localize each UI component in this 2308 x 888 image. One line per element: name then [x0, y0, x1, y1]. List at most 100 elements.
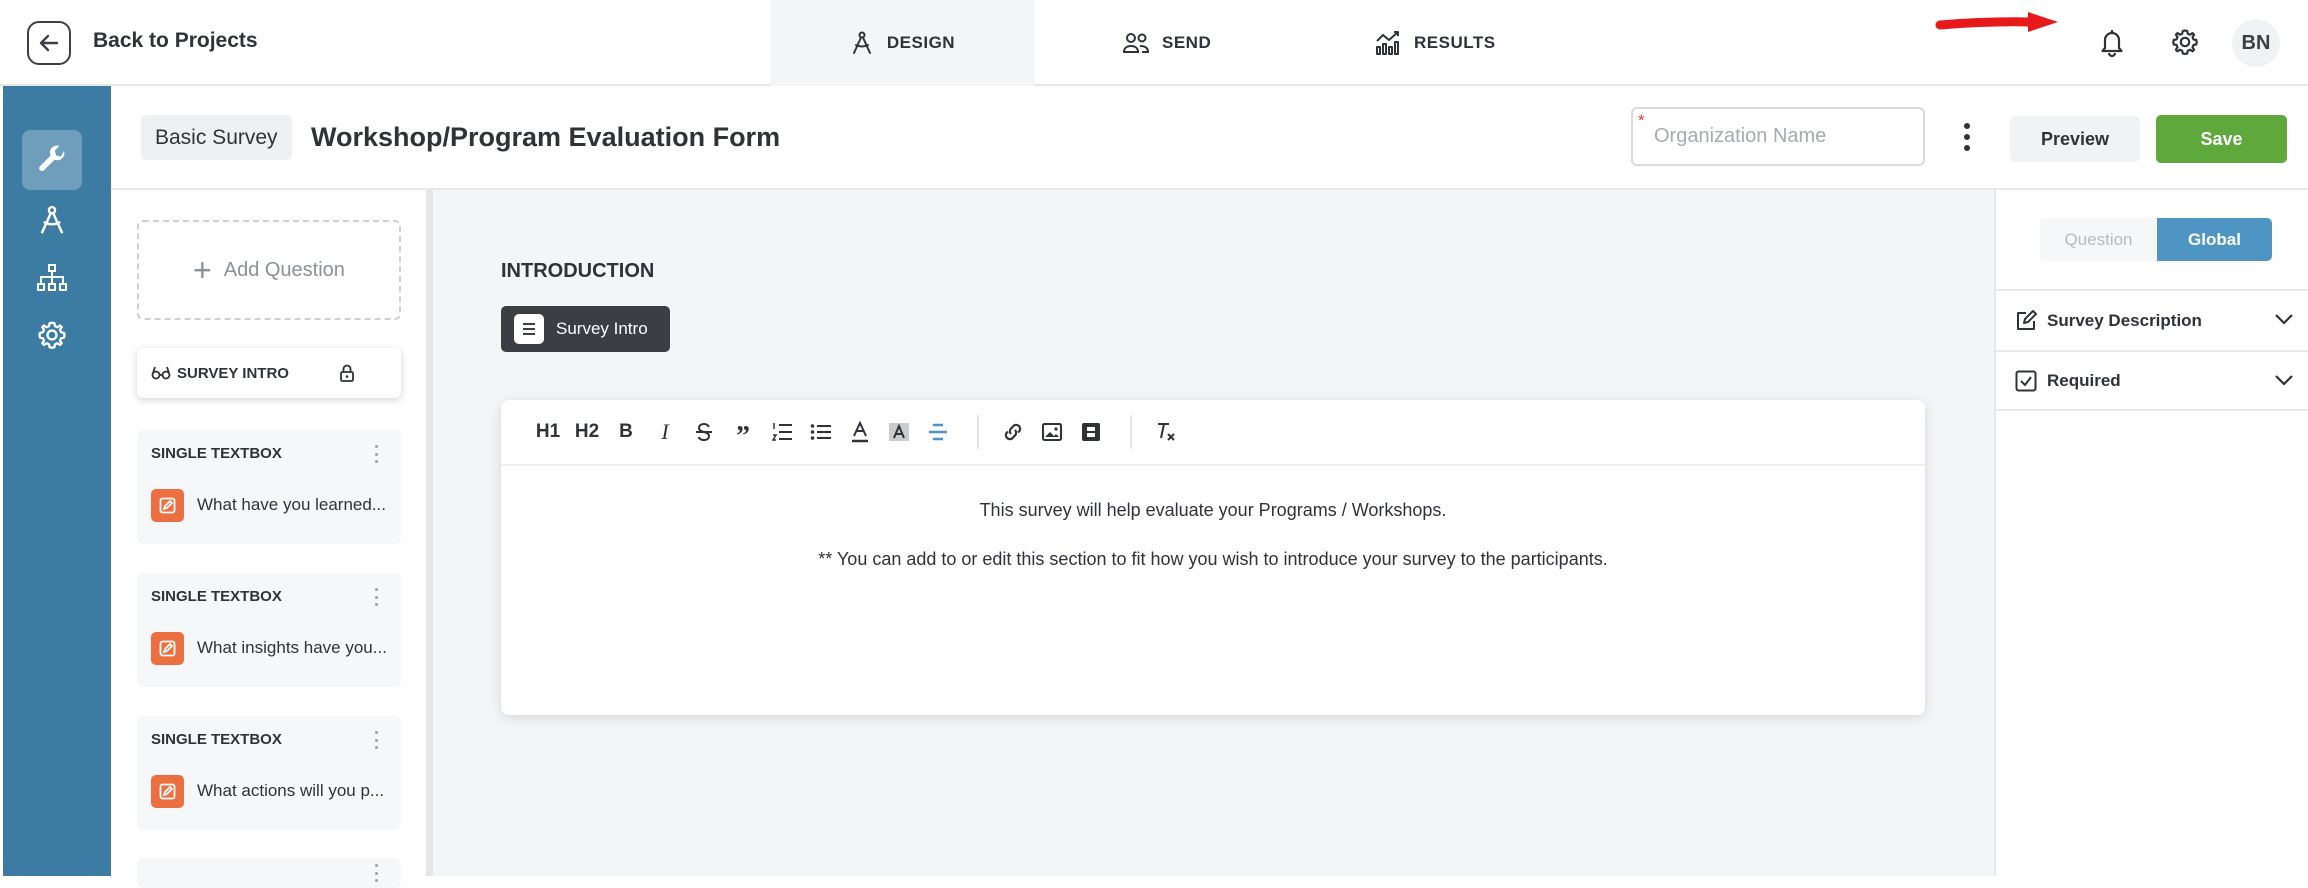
tab-results[interactable]: RESULTS: [1374, 0, 1496, 86]
preview-button[interactable]: Preview: [2010, 116, 2140, 162]
align-center-button[interactable]: [923, 417, 953, 447]
text-block-icon: [514, 314, 544, 344]
image-icon: [1042, 423, 1062, 441]
question-type: SINGLE TEXTBOX: [151, 731, 282, 748]
sidebar-item-settings[interactable]: [22, 305, 82, 365]
survey-canvas: INTRODUCTION Survey Intro H1 H2 B I ” Th…: [433, 190, 1994, 876]
heading-1-button[interactable]: H1: [533, 417, 563, 447]
video-icon: [1082, 423, 1100, 441]
question-text: What actions will you p...: [197, 781, 385, 800]
question-card[interactable]: SINGLE TEXTBOX What actions will you p..…: [137, 716, 401, 830]
intro-text-line: ** You can add to or edit this section t…: [818, 549, 1608, 569]
question-text: What have you learned...: [197, 495, 387, 514]
survey-title[interactable]: Workshop/Program Evaluation Form: [311, 122, 780, 153]
question-card[interactable]: [137, 858, 401, 888]
sidebar-item-logic[interactable]: [22, 248, 82, 308]
blockquote-button[interactable]: ”: [728, 417, 758, 452]
annotation-arrow-icon: [1935, 12, 2058, 32]
avatar[interactable]: BN: [2232, 19, 2280, 67]
more-options-button[interactable]: [1957, 120, 1977, 154]
tab-global[interactable]: Global: [2157, 218, 2272, 261]
question-menu-button[interactable]: [375, 445, 381, 463]
bullet-list-button[interactable]: [806, 417, 836, 447]
question-list-panel: + Add Question SURVEY INTRO SINGLE TEXTB…: [111, 190, 426, 888]
ordered-list-icon: [771, 423, 792, 441]
plus-icon: +: [193, 252, 212, 288]
question-menu-button[interactable]: [375, 864, 381, 882]
panel-resize-handle[interactable]: [426, 190, 433, 876]
textbox-icon: [151, 632, 184, 665]
clear-format-icon: [1158, 423, 1175, 441]
back-button[interactable]: [27, 21, 71, 65]
gear-icon: [38, 321, 66, 349]
chart-icon: [1376, 31, 1399, 55]
survey-intro-chip[interactable]: Survey Intro: [501, 306, 670, 352]
survey-intro-label: SURVEY INTRO: [177, 364, 289, 382]
italic-button[interactable]: I: [650, 417, 680, 447]
survey-description-row[interactable]: Survey Description: [1996, 289, 2308, 350]
highlight-color-button[interactable]: [884, 417, 914, 447]
required-label: Required: [2047, 370, 2121, 390]
insert-video-button[interactable]: [1076, 417, 1106, 447]
sidebar-item-design-tools[interactable]: [22, 130, 82, 190]
sidebar-item-theme[interactable]: [22, 190, 82, 250]
question-menu-button[interactable]: [375, 588, 381, 606]
survey-intro-chip-label: Survey Intro: [556, 319, 648, 338]
rich-text-editor[interactable]: H1 H2 B I ” This survey will help evalua…: [501, 400, 1925, 715]
align-center-icon: [929, 423, 947, 441]
add-question-button[interactable]: + Add Question: [137, 220, 401, 320]
question-menu-button[interactable]: [375, 731, 381, 749]
checkbox-icon: [2015, 370, 2037, 391]
question-card[interactable]: SINGLE TEXTBOX What insights have you...: [137, 573, 401, 687]
chevron-down-icon: [2275, 314, 2293, 325]
textbox-icon: [151, 489, 184, 522]
insert-link-button[interactable]: [998, 417, 1028, 447]
toolbar-divider: [977, 415, 979, 449]
question-card[interactable]: SINGLE TEXTBOX What have you learned...: [137, 430, 401, 544]
text-color-button[interactable]: [845, 417, 875, 447]
organization-name-input[interactable]: [1633, 109, 1923, 164]
survey-description-label: Survey Description: [2047, 310, 2202, 330]
survey-intro-card[interactable]: SURVEY INTRO: [137, 348, 401, 398]
settings-button[interactable]: [2165, 22, 2205, 62]
required-row[interactable]: Required: [1996, 350, 2308, 411]
settings-panel: Question Global Survey Description Requi…: [1994, 190, 2308, 876]
notifications-button[interactable]: [2092, 22, 2132, 62]
question-type: SINGLE TEXTBOX: [151, 445, 282, 462]
tab-send-label: SEND: [1162, 33, 1212, 52]
organization-name-field[interactable]: *: [1631, 107, 1925, 166]
tab-question[interactable]: Question: [2040, 218, 2157, 261]
highlight-icon: [889, 423, 909, 441]
heading-2-button[interactable]: H2: [572, 417, 602, 447]
question-text: What insights have you...: [197, 638, 387, 657]
insert-image-button[interactable]: [1037, 417, 1067, 447]
ordered-list-button[interactable]: [767, 417, 797, 447]
save-button[interactable]: Save: [2156, 115, 2287, 163]
section-heading: INTRODUCTION: [501, 260, 655, 282]
glasses-icon: [151, 366, 171, 380]
bold-button[interactable]: B: [611, 417, 641, 447]
gear-icon: [2172, 29, 2198, 55]
link-icon: [1004, 423, 1022, 441]
strikethrough-button[interactable]: [689, 417, 719, 447]
tab-design[interactable]: DESIGN: [770, 0, 1034, 86]
strikethrough-icon: [696, 422, 712, 442]
clear-formatting-button[interactable]: [1151, 417, 1181, 447]
text-color-icon: [852, 421, 868, 443]
scope-toggle: Question Global: [2040, 218, 2272, 261]
back-to-projects-link[interactable]: Back to Projects: [93, 29, 258, 53]
tab-results-label: RESULTS: [1414, 33, 1496, 52]
edit-icon: [2017, 309, 2037, 330]
users-icon: [1122, 33, 1150, 53]
bell-icon: [2101, 30, 2123, 57]
toolbar-divider: [1130, 415, 1132, 449]
question-type: SINGLE TEXTBOX: [151, 588, 282, 605]
arrow-left-icon: [39, 34, 59, 52]
lock-icon: [340, 364, 354, 382]
survey-type-badge: Basic Survey: [141, 115, 292, 160]
compass-icon: [40, 205, 64, 234]
compass-icon: [852, 31, 871, 54]
bullet-list-icon: [810, 424, 831, 440]
add-question-label: Add Question: [223, 258, 345, 281]
tab-send[interactable]: SEND: [1122, 0, 1211, 86]
